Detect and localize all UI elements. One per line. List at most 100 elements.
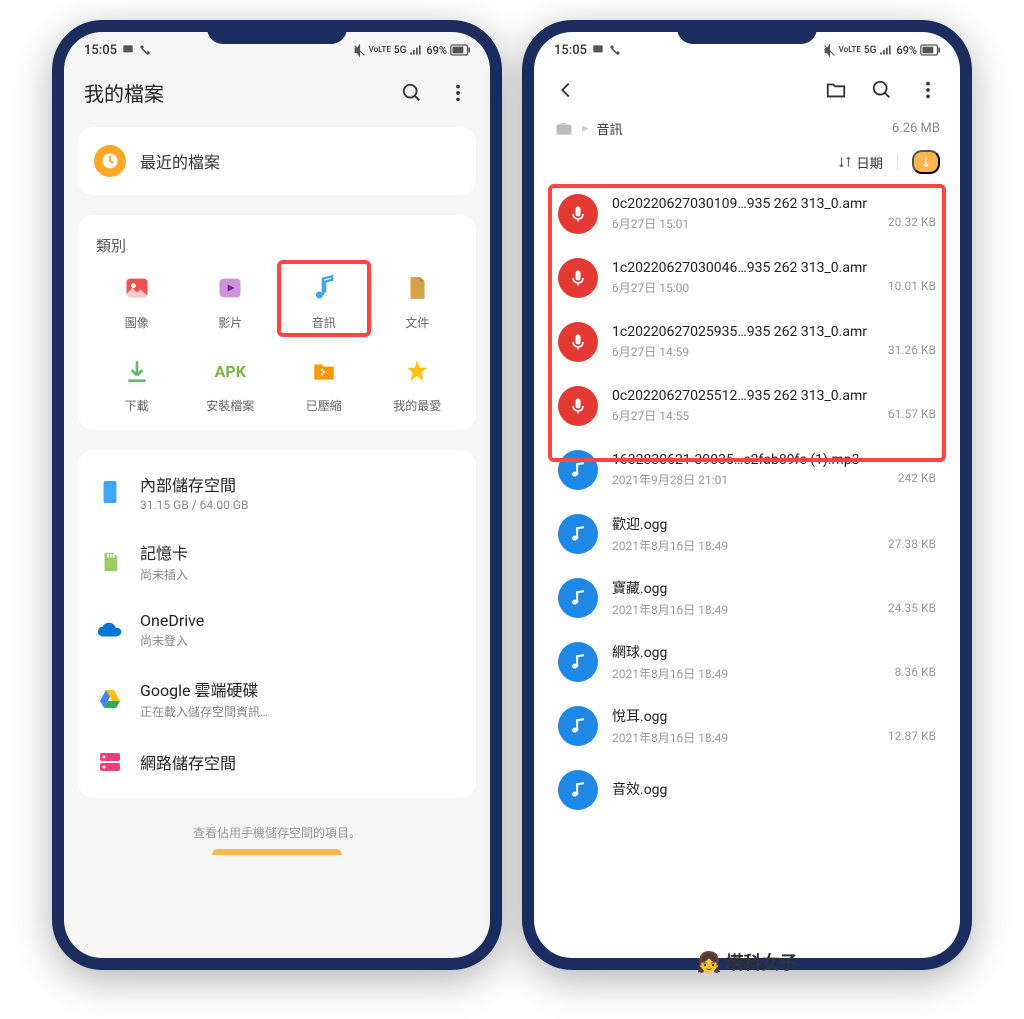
category-document[interactable]: 文件 bbox=[375, 270, 461, 331]
file-size: 24.35 KB bbox=[888, 601, 936, 618]
storage-sub: 正在載入儲存空間資訊… bbox=[140, 703, 458, 720]
file-item[interactable]: 網球.ogg 2021年8月16日 18:49 8.36 KB bbox=[534, 630, 960, 694]
file-date: 6月27日 15:00 bbox=[612, 279, 689, 296]
category-label: 音訊 bbox=[312, 314, 336, 331]
screen-left: 15:05 VoLTE 5G 69% bbox=[64, 32, 490, 958]
back-button[interactable] bbox=[554, 78, 578, 102]
file-size: 242 KB bbox=[898, 471, 936, 488]
image-icon bbox=[119, 270, 155, 306]
storage-sub: 尚未插入 bbox=[140, 566, 458, 583]
storage-sub: 尚未登入 bbox=[140, 632, 458, 649]
category-audio[interactable]: 音訊 bbox=[281, 270, 367, 331]
file-date: 2021年8月16日 18:49 bbox=[612, 537, 728, 554]
file-size: 20.32 KB bbox=[888, 215, 936, 232]
divider bbox=[897, 154, 898, 170]
status-call-icon bbox=[139, 44, 151, 56]
voice-icon bbox=[558, 258, 598, 298]
file-list: 0c20220627030109…935 262 313_0.amr 6月27日… bbox=[534, 182, 960, 958]
status-battery-icon bbox=[450, 44, 470, 56]
category-label: 我的最愛 bbox=[393, 397, 441, 414]
star-icon bbox=[399, 353, 435, 389]
storage-onedrive[interactable]: OneDrive 尚未登入 bbox=[78, 597, 476, 663]
category-label: 下載 bbox=[125, 397, 149, 414]
sort-row: 日期 bbox=[534, 142, 960, 182]
file-item[interactable]: 音效.ogg bbox=[534, 758, 960, 822]
category-apk[interactable]: APK 安裝檔案 bbox=[188, 353, 274, 414]
voice-icon bbox=[558, 386, 598, 426]
recent-label: 最近的檔案 bbox=[140, 149, 220, 173]
file-item[interactable]: 1c20220627030046…935 262 313_0.amr 6月27日… bbox=[534, 246, 960, 310]
file-date: 2021年8月16日 18:49 bbox=[612, 665, 728, 682]
status-battery: 69% bbox=[896, 44, 917, 57]
status-signal-icon bbox=[409, 44, 423, 56]
screen-right: 15:05 VoLTE 5G 69% bbox=[534, 32, 960, 958]
file-item[interactable]: 寶藏.ogg 2021年8月16日 18:49 24.35 KB bbox=[534, 566, 960, 630]
category-zip[interactable]: 已壓縮 bbox=[281, 353, 367, 414]
status-lte: VoLTE bbox=[369, 46, 391, 54]
internal-icon bbox=[96, 478, 124, 506]
file-item[interactable]: 悅耳.ogg 2021年8月16日 18:49 12.87 KB bbox=[534, 694, 960, 758]
storage-network[interactable]: 網路儲存空間 bbox=[78, 734, 476, 790]
file-item[interactable]: 0c20220627025512…935 262 313_0.amr 6月27日… bbox=[534, 374, 960, 438]
status-mute-icon bbox=[823, 44, 836, 57]
search-button[interactable] bbox=[400, 81, 424, 105]
folder-button[interactable] bbox=[824, 78, 848, 102]
voice-icon bbox=[558, 194, 598, 234]
file-item[interactable]: 1c20220627025935…935 262 313_0.amr 6月27日… bbox=[534, 310, 960, 374]
sort-label: 日期 bbox=[856, 153, 883, 172]
category-download[interactable]: 下載 bbox=[94, 353, 180, 414]
app-header bbox=[534, 64, 960, 112]
storage-name: Google 雲端硬碟 bbox=[140, 677, 458, 701]
file-name: 0c20220627030109…935 262 313_0.amr bbox=[612, 196, 936, 212]
phone-frame-left: 15:05 VoLTE 5G 69% bbox=[52, 20, 502, 970]
file-item[interactable]: 1632830621-39035…e2fab89fe (1).mp3 2021年… bbox=[534, 438, 960, 502]
storage-gdrive[interactable]: Google 雲端硬碟 正在載入儲存空間資訊… bbox=[78, 663, 476, 734]
view-toggle-button[interactable] bbox=[912, 150, 940, 174]
more-button[interactable] bbox=[446, 81, 470, 105]
storage-name: 記憶卡 bbox=[140, 540, 458, 564]
file-size: 12.87 KB bbox=[888, 729, 936, 746]
category-image[interactable]: 圖像 bbox=[94, 270, 180, 331]
status-time: 15:05 bbox=[554, 43, 587, 58]
category-label: 文件 bbox=[405, 314, 429, 331]
bottom-indicator bbox=[212, 849, 342, 855]
download-icon bbox=[119, 353, 155, 389]
storage-sdcard[interactable]: 記憶卡 尚未插入 bbox=[78, 526, 476, 597]
notch bbox=[207, 20, 347, 44]
category-label: 安裝檔案 bbox=[206, 397, 254, 414]
status-5g: 5G bbox=[864, 45, 877, 56]
file-item[interactable]: 0c20220627030109…935 262 313_0.amr 6月27日… bbox=[534, 182, 960, 246]
file-date: 2021年8月16日 18:49 bbox=[612, 729, 728, 746]
file-date: 6月27日 14:55 bbox=[612, 407, 689, 424]
home-icon bbox=[554, 118, 574, 138]
file-size: 10.01 KB bbox=[888, 279, 936, 296]
category-label: 影片 bbox=[218, 314, 242, 331]
category-star[interactable]: 我的最愛 bbox=[375, 353, 461, 414]
storage-name: 內部儲存空間 bbox=[140, 472, 458, 496]
categories-title: 類別 bbox=[94, 231, 460, 270]
status-notif-icon bbox=[591, 43, 605, 57]
category-label: 圖像 bbox=[125, 314, 149, 331]
file-name: 1c20220627030046…935 262 313_0.amr bbox=[612, 260, 936, 276]
breadcrumb[interactable]: ▸ 音訊 6.26 MB bbox=[534, 112, 960, 142]
status-battery: 69% bbox=[426, 44, 447, 57]
category-video[interactable]: 影片 bbox=[188, 270, 274, 331]
recent-files-card[interactable]: 最近的檔案 bbox=[78, 127, 476, 195]
storage-list: 內部儲存空間 31.15 GB / 64.00 GB 記憶卡 尚未插入 OneD… bbox=[78, 450, 476, 798]
categories-card: 類別 圖像 影片 音訊 文件 下載 APK 安裝檔案 已壓縮 我的最愛 bbox=[78, 215, 476, 430]
chevron-right-icon: ▸ bbox=[582, 121, 589, 136]
file-size: 31.26 KB bbox=[888, 343, 936, 360]
file-date: 2021年8月16日 18:49 bbox=[612, 601, 728, 618]
file-item[interactable]: 歡迎.ogg 2021年8月16日 18:49 27.38 KB bbox=[534, 502, 960, 566]
more-button[interactable] bbox=[916, 78, 940, 102]
audio-icon bbox=[558, 578, 598, 618]
search-button[interactable] bbox=[870, 78, 894, 102]
sort-button[interactable]: 日期 bbox=[838, 150, 883, 174]
app-header: 我的檔案 bbox=[64, 64, 490, 117]
voice-icon bbox=[558, 322, 598, 362]
storage-internal[interactable]: 內部儲存空間 31.15 GB / 64.00 GB bbox=[78, 458, 476, 526]
audio-icon bbox=[558, 642, 598, 682]
file-size: 61.57 KB bbox=[888, 407, 936, 424]
phone-frame-right: 15:05 VoLTE 5G 69% bbox=[522, 20, 972, 970]
zip-icon bbox=[306, 353, 342, 389]
